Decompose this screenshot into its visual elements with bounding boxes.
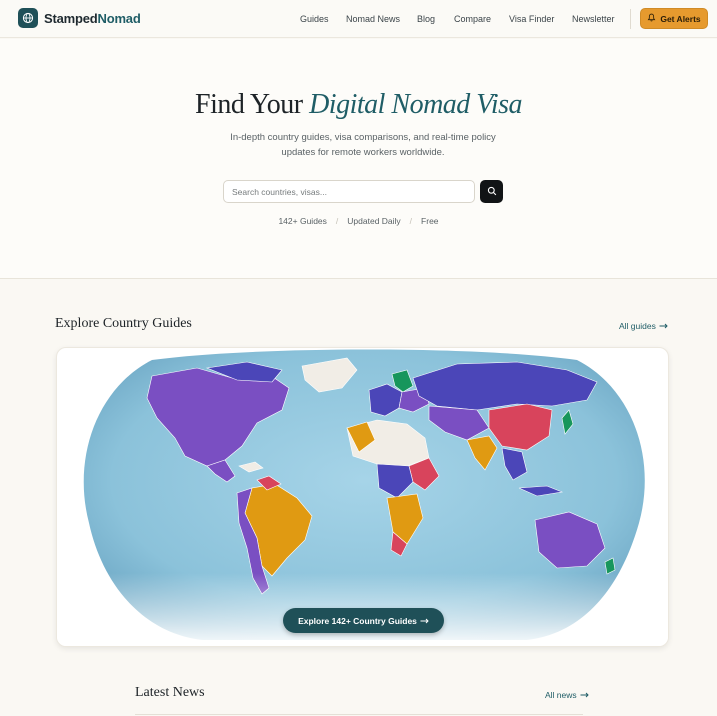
nav-link-newsletter[interactable]: Newsletter — [572, 14, 615, 24]
all-news-label: All news — [545, 690, 577, 700]
get-alerts-button[interactable]: Get Alerts — [640, 8, 708, 29]
search-input[interactable] — [223, 180, 475, 203]
latest-news-title: Latest News — [135, 685, 205, 700]
news-divider — [135, 714, 583, 715]
arrow-right-icon — [659, 321, 668, 331]
explore-section-title: Explore Country Guides — [55, 316, 192, 331]
stat-updated: Updated Daily — [347, 216, 401, 226]
world-map-card: Explore 142+ Country Guides — [56, 347, 669, 647]
all-guides-link[interactable]: All guides — [619, 321, 668, 331]
hero-subtitle: In-depth country guides, visa comparison… — [230, 132, 496, 158]
hero-title: Find Your Digital Nomad Visa — [0, 89, 717, 121]
stat-separator: / — [335, 216, 339, 226]
stat-guides: 142+ Guides — [278, 216, 327, 226]
brand-name-part2: Nomad — [97, 10, 141, 26]
nav-link-nomad-news[interactable]: Nomad News — [346, 14, 400, 24]
stat-separator: / — [409, 216, 413, 226]
nav-divider — [630, 9, 631, 29]
stat-free: Free — [421, 216, 439, 226]
nav-link-compare[interactable]: Compare — [454, 14, 491, 24]
nav-link-guides[interactable]: Guides — [300, 14, 329, 24]
nav-link-visa-finder[interactable]: Visa Finder — [509, 14, 554, 24]
brand-logo-link[interactable]: StampedNomad — [18, 8, 141, 28]
globe-icon — [18, 8, 38, 28]
brand-name-part1: Stamped — [44, 10, 98, 26]
hero-title-plain: Find Your — [195, 89, 303, 120]
bell-icon — [647, 13, 656, 24]
arrow-right-icon — [420, 616, 429, 626]
get-alerts-label: Get Alerts — [660, 13, 701, 24]
nav-link-blog[interactable]: Blog — [417, 14, 435, 24]
search-button[interactable] — [480, 180, 503, 203]
all-guides-label: All guides — [619, 321, 656, 331]
hero-title-accent: Digital Nomad Visa — [309, 89, 522, 120]
top-nav: StampedNomad Guides Nomad News Blog Comp… — [0, 0, 717, 38]
world-map[interactable] — [57, 348, 669, 647]
explore-guides-button[interactable]: Explore 142+ Country Guides — [283, 608, 444, 633]
all-news-link[interactable]: All news — [545, 690, 589, 700]
search-icon — [487, 183, 497, 201]
hero-section: Find Your Digital Nomad Visa In-depth co… — [0, 39, 717, 279]
hero-stats: 142+ Guides / Updated Daily / Free — [0, 216, 717, 226]
brand-name: StampedNomad — [44, 11, 141, 26]
explore-guides-label: Explore 142+ Country Guides — [298, 615, 417, 626]
arrow-right-icon — [580, 690, 589, 700]
